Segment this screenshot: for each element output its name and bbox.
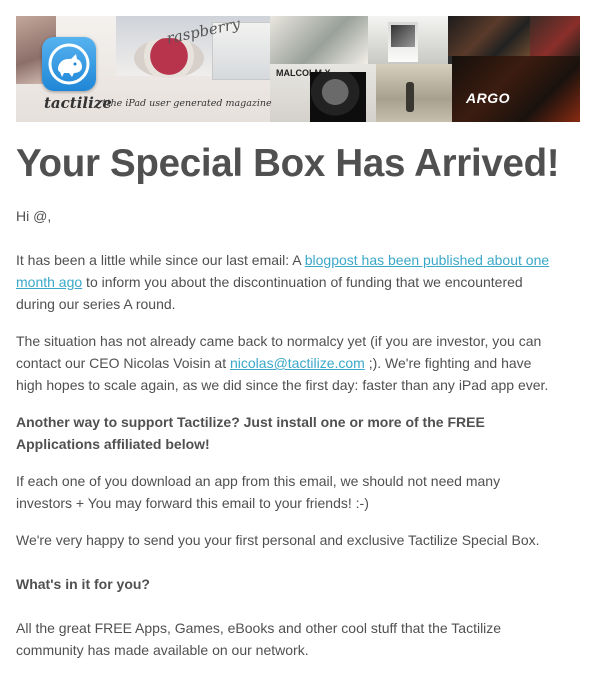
greeting: Hi @, bbox=[16, 208, 52, 224]
paragraph-text: investors + You may forward this email t… bbox=[16, 495, 369, 511]
paragraph-support-callout: Another way to support Tactilize? Just i… bbox=[16, 411, 578, 455]
paragraph-text: contact our CEO Nicolas Voisin at bbox=[16, 355, 230, 371]
paragraph-special-box: We're very happy to send you your first … bbox=[16, 532, 540, 548]
paragraph-text: If each one of you download an app from … bbox=[16, 473, 501, 489]
email-body: raspberry MALCOLM X ARGO tactilize *the … bbox=[0, 0, 598, 685]
paragraph-text: Applications affiliated below! bbox=[16, 436, 210, 452]
paragraph-situation: The situation has not already came back … bbox=[16, 330, 578, 396]
collage-tile-dark-magazine bbox=[448, 16, 530, 56]
header-banner[interactable]: raspberry MALCOLM X ARGO tactilize *the … bbox=[16, 16, 580, 122]
collage-tile-malcolm-x: MALCOLM X bbox=[270, 64, 376, 122]
ceo-email-link[interactable]: nicolas@tactilize.com bbox=[230, 355, 365, 371]
paragraph-text: Another way to support Tactilize? Just i… bbox=[16, 414, 485, 430]
paragraph-text: It has been a little while since our las… bbox=[16, 252, 305, 268]
page-title: Your Special Box Has Arrived! bbox=[16, 142, 560, 185]
collage-tile-landscape bbox=[270, 16, 368, 64]
blogpost-link[interactable]: blogpost has been published about one bbox=[305, 252, 549, 268]
collage-tile-argo-poster: ARGO bbox=[452, 56, 580, 122]
collage-tile-desert bbox=[376, 64, 452, 122]
poster-title: ARGO bbox=[466, 90, 510, 106]
paragraph-text: community has made available on our netw… bbox=[16, 642, 309, 658]
collage-tile-red-cover bbox=[530, 16, 580, 56]
paragraph-text: during our series A round. bbox=[16, 296, 176, 312]
paragraph-funding: It has been a little while since our las… bbox=[16, 249, 578, 315]
section-heading-whats-in-it: What's in it for you? bbox=[16, 576, 150, 592]
brand-tagline: *the iPad user generated magazine bbox=[102, 98, 272, 109]
portrait-image bbox=[310, 72, 366, 122]
blogpost-link-continued[interactable]: month ago bbox=[16, 274, 82, 290]
paragraph-text: high hopes to scale again, as we did sin… bbox=[16, 377, 549, 393]
paragraph-text: The situation has not already came back … bbox=[16, 333, 542, 349]
tactilize-app-icon bbox=[42, 37, 96, 91]
paragraph-text: ;). We're fighting and have bbox=[364, 355, 532, 371]
paragraph-download-apps: If each one of you download an app from … bbox=[16, 470, 578, 514]
paragraph-text: to inform you about the discontinuation … bbox=[82, 274, 523, 290]
paragraph-text: All the great FREE Apps, Games, eBooks a… bbox=[16, 620, 502, 636]
paragraph-free-stuff: All the great FREE Apps, Games, eBooks a… bbox=[16, 617, 578, 661]
collage-tile-portrait bbox=[388, 22, 418, 62]
